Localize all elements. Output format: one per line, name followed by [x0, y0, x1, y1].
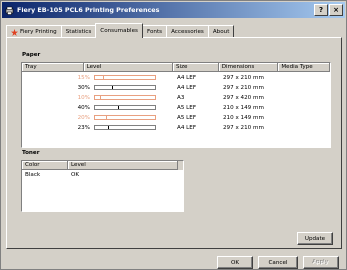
printing-preferences-window: Fiery EB-105 PCL6 Printing Preferences ?…	[0, 0, 347, 270]
tab-label: About	[212, 29, 230, 35]
table-row[interactable]: 30% A4 LEF 297 x 210 mm	[22, 83, 330, 92]
paper-level-percent: 40%	[77, 104, 90, 111]
cancel-button[interactable]: Cancel	[258, 256, 298, 269]
paper-level-fill	[95, 106, 119, 109]
paper-level-percent: 10%	[77, 94, 90, 101]
table-row[interactable]: 40% A5 LEF 210 x 149 mm	[22, 103, 330, 112]
paper-level-percent: 15%	[77, 74, 90, 81]
paper-size: A5 LEF	[177, 104, 197, 111]
paper-size: A4 LEF	[177, 84, 197, 91]
tab-consumables[interactable]: Consumables	[95, 23, 143, 38]
help-button[interactable]: ?	[314, 4, 328, 16]
table-row[interactable]: 23% A4 LEF 297 x 210 mm	[22, 123, 330, 132]
paper-dimensions: 297 x 210 mm	[223, 124, 264, 131]
paper-size: A3	[177, 94, 185, 101]
window-title: Fiery EB-105 PCL6 Printing Preferences	[17, 6, 160, 14]
consumables-panel: Paper Tray Level Size Dimensions Media T…	[6, 37, 342, 249]
paper-level-percent: 23%	[77, 124, 90, 131]
paper-level-bar	[94, 95, 156, 100]
toner-list[interactable]: Color Level Black OK	[21, 160, 184, 212]
apply-button[interactable]: Apply	[303, 256, 339, 269]
col-size[interactable]: Size	[173, 63, 219, 72]
table-row[interactable]: 20% A5 LEF 210 x 149 mm	[22, 113, 330, 122]
col-toner-level[interactable]: Level	[68, 161, 178, 170]
paper-level-percent: 30%	[77, 84, 90, 91]
ok-button[interactable]: OK	[217, 256, 253, 269]
paper-level-bar	[94, 85, 156, 90]
paper-level-fill	[95, 96, 101, 99]
col-media-type[interactable]: Media Type	[278, 63, 330, 72]
paper-dimensions: 297 x 210 mm	[223, 84, 264, 91]
tab-strip: Fiery Printing Statistics Consumables Fo…	[6, 23, 235, 38]
paper-level-bar	[94, 105, 156, 110]
tab-label: Accessories	[171, 29, 204, 35]
paper-group-label: Paper	[21, 52, 42, 58]
paper-dimensions: 210 x 149 mm	[223, 104, 264, 111]
cancel-button-label: Cancel	[268, 259, 288, 266]
update-button[interactable]: Update	[297, 232, 333, 245]
table-row[interactable]: Black OK	[22, 170, 183, 179]
col-tray[interactable]: Tray	[22, 63, 84, 72]
col-color[interactable]: Color	[22, 161, 68, 170]
toner-color: Black	[25, 171, 41, 178]
paper-level-fill	[95, 76, 104, 79]
toner-list-header: Color Level	[22, 161, 183, 170]
table-row[interactable]: 10% A3 297 x 420 mm	[22, 93, 330, 102]
title-bar[interactable]: Fiery EB-105 PCL6 Printing Preferences ?…	[2, 2, 345, 18]
paper-level-bar	[94, 125, 156, 130]
col-dimensions[interactable]: Dimensions	[218, 63, 279, 72]
paper-level-percent: 20%	[77, 114, 90, 121]
toner-group-label: Toner	[21, 150, 41, 156]
table-row[interactable]: 15% A4 LEF 297 x 210 mm	[22, 73, 330, 82]
col-level[interactable]: Level	[83, 63, 173, 72]
paper-size: A4 LEF	[177, 124, 197, 131]
paper-level-bar	[94, 75, 156, 80]
paper-dimensions: 297 x 210 mm	[223, 74, 264, 81]
paper-list-header: Tray Level Size Dimensions Media Type	[22, 63, 330, 72]
close-button[interactable]: ×	[329, 4, 343, 16]
paper-level-bar	[94, 115, 156, 120]
tab-label: Consumables	[100, 28, 138, 34]
apply-button-label: Apply	[313, 259, 329, 266]
paper-level-fill	[95, 126, 109, 129]
printer-icon	[5, 6, 14, 15]
paper-dimensions: 210 x 149 mm	[223, 114, 264, 121]
tab-label: Statistics	[65, 29, 92, 35]
paper-size: A4 LEF	[177, 74, 197, 81]
paper-level-fill	[95, 116, 107, 119]
update-button-label: Update	[304, 235, 326, 242]
paper-size: A5 LEF	[177, 114, 197, 121]
paper-dimensions: 297 x 420 mm	[223, 94, 264, 101]
tab-label: Fonts	[146, 29, 163, 35]
ok-button-label: OK	[230, 259, 240, 266]
toner-level: OK	[71, 171, 80, 178]
paper-list[interactable]: Tray Level Size Dimensions Media Type 15…	[21, 62, 331, 148]
paper-level-fill	[95, 86, 113, 89]
fiery-star-icon	[11, 28, 18, 36]
tab-label: Fiery Printing	[20, 29, 57, 35]
